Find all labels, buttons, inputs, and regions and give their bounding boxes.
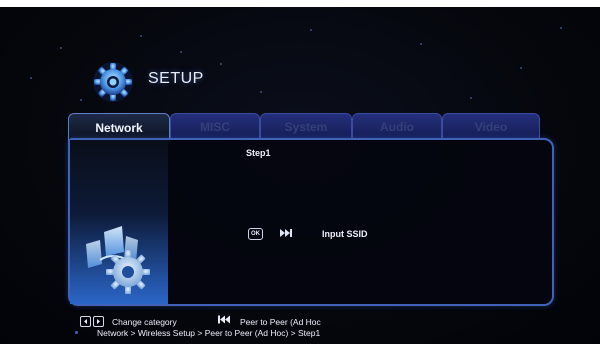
input-ssid-option[interactable]: Input SSID (322, 229, 368, 239)
gear-icon (93, 62, 133, 102)
right-arrow-key-icon (93, 316, 104, 327)
left-arrow-key-icon (80, 316, 91, 327)
tab-audio[interactable]: Audio (352, 113, 442, 140)
skip-forward-icon (280, 229, 292, 237)
tab-system[interactable]: System (260, 113, 352, 140)
change-category-hint: Change category (112, 317, 177, 327)
peer-to-peer-hint: Peer to Peer (Ad Hoc (240, 317, 321, 327)
ok-key-icon: OK (248, 228, 263, 240)
breadcrumb-bullet (75, 331, 78, 334)
step-label: Step1 (246, 148, 271, 158)
settings-panel: Step1 OK Input SSID (68, 138, 554, 306)
breadcrumb: Network > Wireless Setup > Peer to Peer … (97, 328, 321, 338)
tv-screen: SETUP Network MISC System Audio Video St… (0, 7, 600, 344)
category-tabs: Network MISC System Audio Video (68, 113, 540, 142)
previous-icon (218, 315, 230, 324)
tab-video[interactable]: Video (442, 113, 540, 140)
page-title: SETUP (148, 70, 204, 87)
tab-misc[interactable]: MISC (170, 113, 260, 140)
network-gear-icon (86, 226, 150, 294)
category-side-pane (70, 140, 168, 304)
